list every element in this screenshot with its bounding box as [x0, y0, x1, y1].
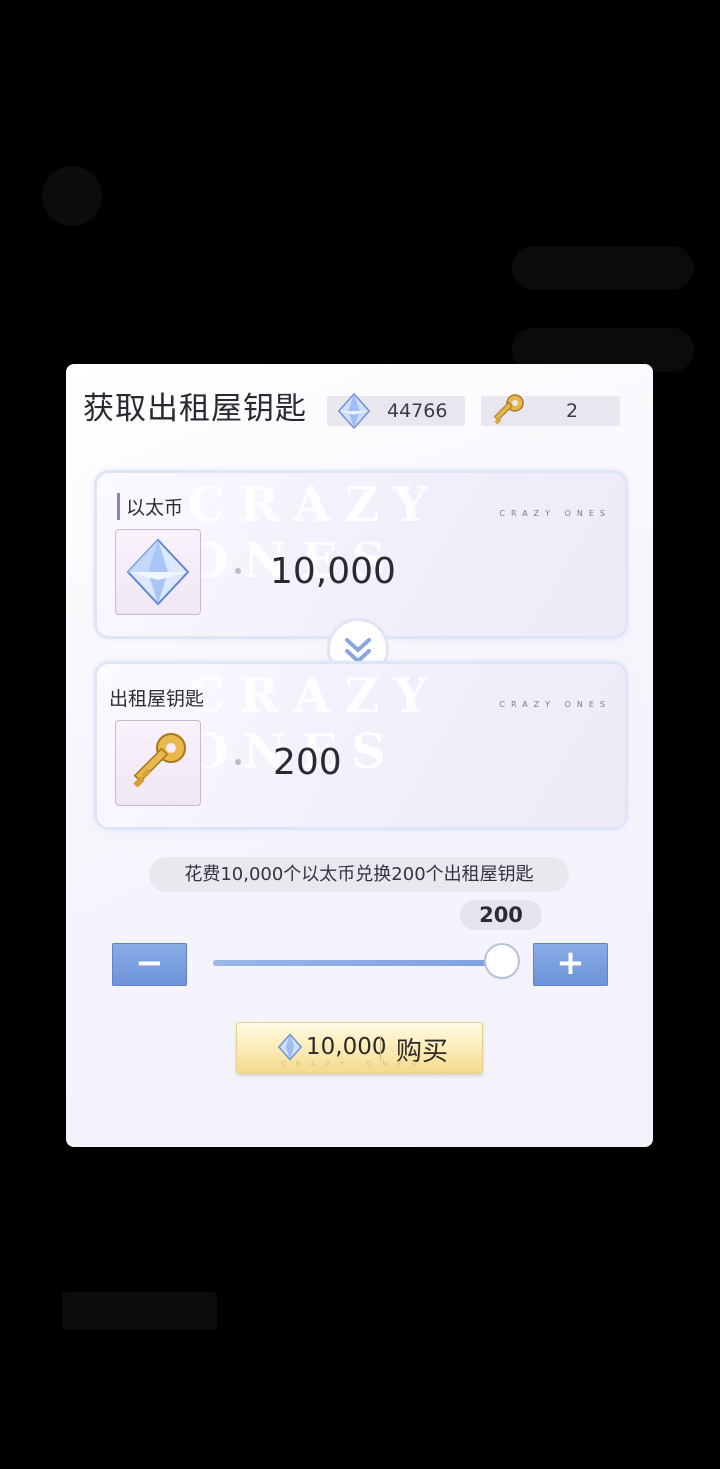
reward-item-box [115, 720, 201, 806]
reward-amount: 200 [273, 742, 342, 783]
get-key-dialog: 获取出租屋钥匙 44766 2 CRAZY ONES CRAZY ONES 以太… [66, 364, 653, 1147]
buy-price: 10,000 [306, 1034, 387, 1060]
ether-balance-box: 44766 [327, 392, 465, 430]
back-button [42, 166, 102, 226]
background-pill [512, 246, 694, 290]
slider-fill [213, 960, 502, 966]
background-label [62, 1292, 217, 1330]
separator-dot [235, 568, 241, 574]
cost-item-box [115, 529, 201, 615]
card-watermark-small: CRAZY ONES [499, 509, 611, 518]
crystal-icon [337, 392, 371, 430]
reward-card: CRAZY ONES CRAZY ONES 出租屋钥匙 200 [97, 664, 625, 827]
cost-card: CRAZY ONES CRAZY ONES 以太币 10,000 [97, 473, 625, 636]
separator-dot [235, 759, 241, 765]
reward-label: 出租屋钥匙 [109, 688, 205, 710]
card-watermark: CRAZY ONES [187, 668, 442, 780]
card-watermark-small: CRAZY ONES [499, 700, 611, 709]
slider-knob[interactable] [486, 945, 518, 977]
key-icon [133, 733, 186, 788]
background-title [70, 240, 99, 325]
quantity-slider[interactable] [213, 945, 518, 977]
exchange-note: 花费10,000个以太币兑换200个出租屋钥匙 [149, 857, 569, 892]
decrease-button[interactable]: − [112, 943, 187, 986]
cost-label: 以太币 [117, 493, 183, 520]
key-balance-box: 2 [481, 394, 620, 426]
cost-amount: 10,000 [270, 551, 396, 592]
quantity-badge: 200 [460, 900, 542, 930]
buy-watermark: CRAZY ONES [281, 1060, 427, 1068]
crystal-icon [126, 538, 190, 606]
increase-button[interactable]: + [533, 943, 608, 986]
key-icon [493, 394, 524, 425]
buy-divider [380, 1036, 381, 1060]
dialog-title: 获取出租屋钥匙 [83, 391, 307, 427]
key-balance-value: 2 [566, 400, 579, 422]
ether-balance-value: 44766 [387, 400, 448, 422]
crystal-icon [277, 1033, 303, 1061]
buy-button[interactable]: 10,000 购买 CRAZY ONES [236, 1022, 483, 1074]
card-watermark: CRAZY ONES [187, 477, 442, 589]
